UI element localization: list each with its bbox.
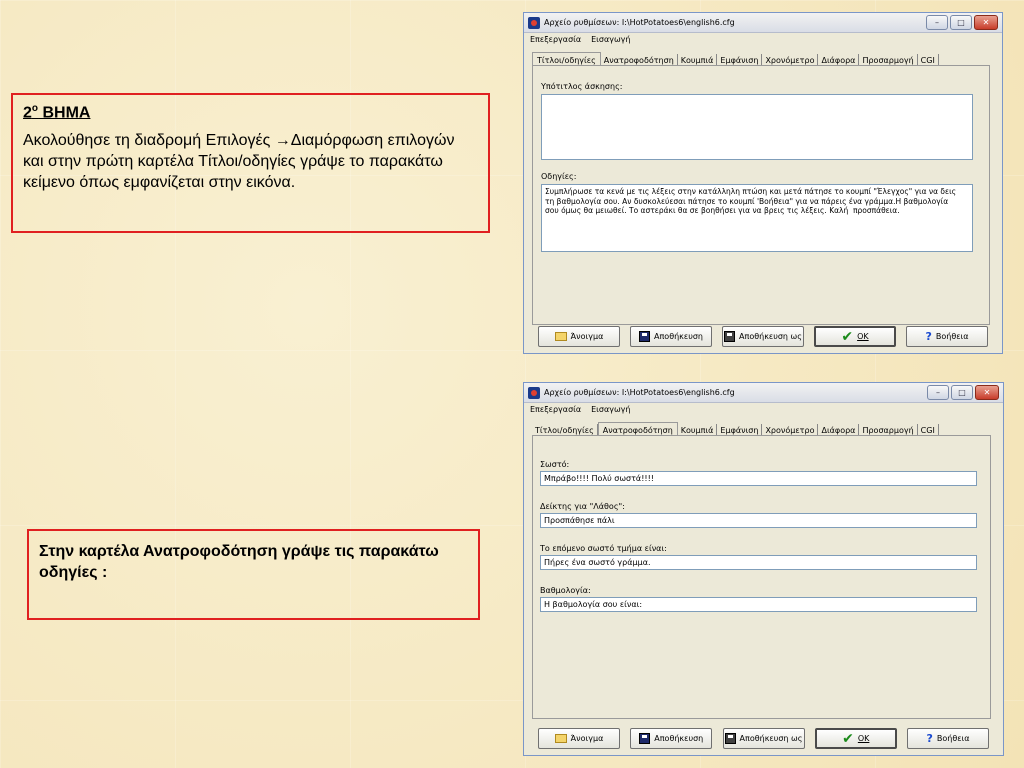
wrong-label: Δείκτης για "Λάθος":: [540, 502, 625, 511]
instruction-note-step2: 2ο ΒΗΜΑ Ακολούθησε τη διαδρομή Επιλογές …: [11, 93, 490, 233]
instructions-label: Οδηγίες:: [541, 172, 577, 181]
disk-icon: [639, 733, 651, 744]
save-as-button[interactable]: Αποθήκευση ως: [722, 728, 805, 749]
disk-as-icon: [724, 733, 736, 744]
score-label: Βαθμολογία:: [540, 586, 591, 595]
menu-insert[interactable]: Εισαγωγή: [591, 35, 630, 44]
button-row: Άνοιγμα Αποθήκευση Αποθήκευση ως ✔ OK ? Βο…: [524, 326, 1002, 347]
ok-button[interactable]: ✔ OK: [814, 326, 896, 347]
instruction-note-feedback: Στην καρτέλα Ανατροφοδότηση γράψε τις πα…: [27, 529, 480, 620]
minimize-icon[interactable]: –: [927, 385, 949, 400]
wrong-input[interactable]: Προσπάθησε πάλι: [540, 513, 977, 528]
note-title: 2ο ΒΗΜΑ: [23, 103, 91, 122]
app-icon: [528, 16, 540, 29]
maximize-icon[interactable]: □: [951, 385, 973, 400]
menu-edit[interactable]: Επεξεργασία: [530, 405, 581, 414]
note-body: Στην καρτέλα Ανατροφοδότηση γράψε τις πα…: [39, 543, 439, 581]
ok-button[interactable]: ✔ OK: [814, 728, 897, 749]
close-icon[interactable]: ✕: [974, 15, 998, 30]
window-title: Αρχείο ρυθμίσεων: I:\HotPotatoes6\englis…: [544, 18, 735, 27]
open-button[interactable]: Άνοιγμα: [538, 326, 620, 347]
window-title: Αρχείο ρυθμίσεων: I:\HotPotatoes6\englis…: [544, 388, 735, 397]
subtitle-label: Υπότιτλος άσκησης:: [541, 82, 623, 91]
save-button[interactable]: Αποθήκευση: [630, 326, 712, 347]
menu-bar: Επεξεργασία Εισαγωγή: [524, 403, 1003, 415]
next-correct-input[interactable]: Πήρες ένα σωστό γράμμα.: [540, 555, 977, 570]
tab-panel: Υπότιτλος άσκησης: Οδηγίες: Συμπλήρωσε τ…: [532, 65, 990, 325]
minimize-icon[interactable]: –: [926, 15, 948, 30]
close-icon[interactable]: ✕: [975, 385, 999, 400]
title-bar[interactable]: Αρχείο ρυθμίσεων: I:\HotPotatoes6\englis…: [524, 13, 1002, 33]
next-correct-label: Το επόμενο σωστό τμήμα είναι:: [540, 544, 667, 553]
button-row: Άνοιγμα Αποθήκευση Αποθήκευση ως ✔ OK ? Βο…: [524, 728, 1003, 749]
help-icon: ?: [926, 732, 933, 745]
instructions-textarea[interactable]: Συμπλήρωσε τα κενά με τις λέξεις στην κα…: [541, 184, 973, 252]
help-button[interactable]: ? Βοήθεια: [907, 728, 989, 749]
maximize-icon[interactable]: □: [950, 15, 972, 30]
save-button[interactable]: Αποθήκευση: [630, 728, 713, 749]
correct-input[interactable]: Μπράβο!!!! Πολύ σωστά!!!!: [540, 471, 977, 486]
disk-icon: [639, 331, 651, 342]
config-window-titles: Αρχείο ρυθμίσεων: I:\HotPotatoes6\englis…: [523, 12, 1003, 354]
save-as-button[interactable]: Αποθήκευση ως: [722, 326, 804, 347]
title-bar[interactable]: Αρχείο ρυθμίσεων: I:\HotPotatoes6\englis…: [524, 383, 1003, 403]
menu-bar: Επεξεργασία Εισαγωγή: [524, 33, 1002, 45]
app-icon: [528, 386, 540, 399]
check-icon: ✔: [842, 730, 854, 747]
subtitle-textarea[interactable]: [541, 94, 973, 160]
note-body: Ακολούθησε τη διαδρομή Επιλογές →Διαμόρφ…: [23, 132, 455, 192]
check-icon: ✔: [841, 328, 854, 345]
disk-as-icon: [724, 331, 736, 342]
folder-icon: [554, 734, 567, 743]
tab-panel: Σωστό: Μπράβο!!!! Πολύ σωστά!!!! Δείκτης…: [532, 435, 991, 719]
folder-icon: [554, 332, 567, 341]
open-button[interactable]: Άνοιγμα: [538, 728, 620, 749]
menu-insert[interactable]: Εισαγωγή: [591, 405, 630, 414]
help-icon: ?: [925, 330, 932, 343]
config-window-feedback: Αρχείο ρυθμίσεων: I:\HotPotatoes6\englis…: [523, 382, 1004, 756]
correct-label: Σωστό:: [540, 460, 570, 469]
menu-edit[interactable]: Επεξεργασία: [530, 35, 581, 44]
help-button[interactable]: ? Βοήθεια: [906, 326, 988, 347]
score-input[interactable]: Η βαθμολογία σου είναι:: [540, 597, 977, 612]
